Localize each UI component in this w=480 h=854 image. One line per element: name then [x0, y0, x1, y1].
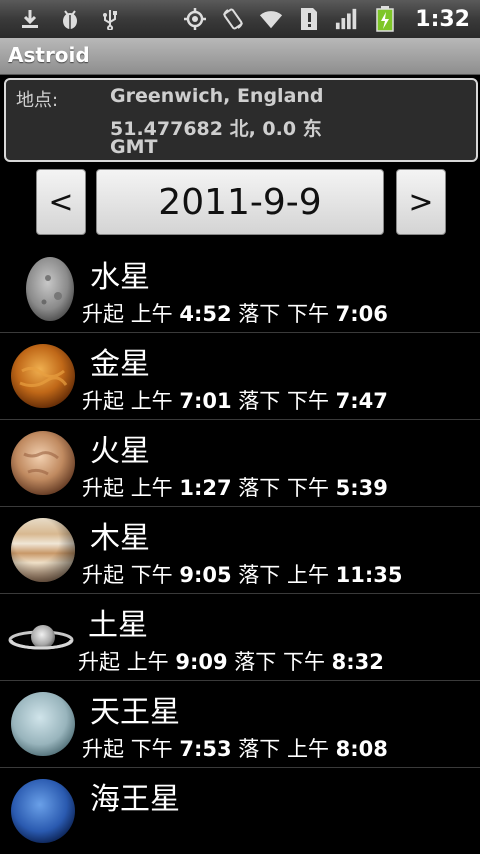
location-timezone: GMT: [110, 136, 158, 158]
planet-name: 水星: [90, 260, 150, 295]
planet-name: 火星: [90, 434, 150, 469]
jupiter-icon: [11, 518, 75, 582]
list-item[interactable]: 金星 升起 上午 7:01 落下 下午 7:47: [0, 333, 480, 420]
location-label: 地点:: [16, 90, 59, 111]
list-item[interactable]: 水星 升起 上午 4:52 落下 下午 7:06: [0, 246, 480, 333]
location-panel[interactable]: 地点: Greenwich, England 51.477682 北, 0.0 …: [4, 78, 478, 162]
usb-icon: [98, 7, 122, 31]
gps-icon: [183, 7, 207, 31]
rise-set-times: 升起 上午 1:27 落下 下午 5:39: [82, 476, 388, 500]
planet-name: 木星: [90, 521, 150, 556]
next-day-button[interactable]: >: [396, 169, 446, 235]
mars-icon: [11, 431, 75, 495]
app-title-bar: Astroid: [0, 38, 480, 75]
list-item[interactable]: 天王星 升起 下午 7:53 落下 上午 8:08: [0, 681, 480, 768]
rise-set-times: 升起 上午 9:09 落下 下午 8:32: [78, 650, 384, 674]
list-item[interactable]: 火星 升起 上午 1:27 落下 下午 5:39: [0, 420, 480, 507]
prev-day-button[interactable]: <: [36, 169, 86, 235]
list-item[interactable]: 木星 升起 下午 9:05 落下 上午 11:35: [0, 507, 480, 594]
rise-set-times: 升起 下午 9:05 落下 上午 11:35: [82, 563, 403, 587]
rise-set-times: 升起 上午 7:01 落下 下午 7:47: [82, 389, 388, 413]
planet-list[interactable]: 水星 升起 上午 4:52 落下 下午 7:06 金星 升起 上午 7:01 落…: [0, 246, 480, 854]
planet-name: 天王星: [90, 695, 180, 730]
list-item[interactable]: 土星 升起 上午 9:09 落下 下午 8:32: [0, 594, 480, 681]
planet-name: 土星: [88, 608, 148, 643]
planet-name: 海王星: [90, 782, 180, 817]
status-bar: 1:32: [0, 0, 480, 38]
alert-icon: [297, 7, 321, 31]
signal-icon: [335, 7, 359, 31]
saturn-icon: [8, 625, 74, 650]
rise-set-times: 升起 下午 7:53 落下 上午 8:08: [82, 737, 388, 761]
planet-name: 金星: [90, 347, 150, 382]
location-place: Greenwich, England: [110, 85, 324, 107]
battery-charging-icon: [373, 6, 397, 32]
download-icon: [18, 7, 42, 31]
rise-set-times: 升起 上午 4:52 落下 下午 7:06: [82, 302, 388, 326]
clock-time: 1:32: [415, 6, 470, 32]
neptune-icon: [11, 779, 75, 843]
mercury-icon: [26, 257, 74, 321]
app-title: Astroid: [8, 43, 90, 67]
uranus-icon: [11, 692, 75, 756]
rotate-icon: [221, 7, 245, 31]
debug-icon: [58, 7, 82, 31]
list-item[interactable]: 海王星: [0, 768, 480, 854]
wifi-icon: [259, 7, 283, 31]
venus-icon: [11, 344, 75, 408]
date-button[interactable]: 2011-9-9: [96, 169, 384, 235]
